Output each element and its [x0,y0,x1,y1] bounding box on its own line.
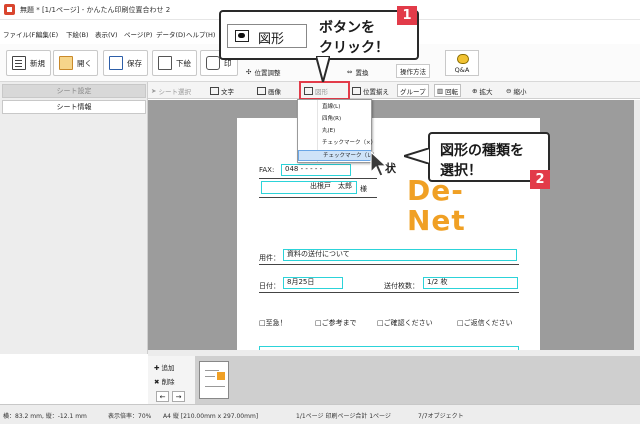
date-label: 日付： [259,282,280,290]
printer-icon [206,56,220,70]
document-canvas[interactable]: 状 FAX: 048 - - - - - 出根戸 太郎 様 De- Net 用件… [148,100,634,350]
status-bar: 横：83.2 mm, 縦：-12.1 mm 表示倍率：70% A4 縦 [210… [0,404,640,424]
checkbox-confirm[interactable]: □ご確認ください [377,318,433,328]
menu-file[interactable]: ファイル(F) [3,29,38,39]
next-page-button[interactable]: → [172,391,185,402]
callout-2-line1: 図形の種類を [440,143,524,159]
save-button[interactable]: 保存 [103,50,148,76]
pointer-icon: ➤ [151,86,157,95]
menu-item-rectangle[interactable]: 四角(R) [298,114,371,125]
subject-field[interactable]: 資料の送付について [283,249,517,261]
shape-type-menu: 直線(L) 四角(R) 丸(E) チェックマーク（×） チェックマーク（レ） [297,99,378,163]
checkbox-urgent[interactable]: □至急！ [259,318,287,328]
qa-button[interactable]: Q&A [445,50,479,76]
rotate-icon: ▥ [437,86,444,95]
recipient-underline [259,197,377,198]
fax-field[interactable]: 048 - - - - - [281,164,351,176]
zoom-out-icon: ⊖ [506,86,512,95]
page-toolbar: ➤ シート選択 文字 画像 図形 位置揃え グループ ▥ 回転 ⊕ 拡大 ⊖ 縮小 [148,82,640,99]
select-sheet-button[interactable]: ➤ シート選択 [149,84,193,97]
image-tool-button[interactable]: 画像 [255,84,283,97]
callout-2-pointer [404,148,430,164]
rotate-button[interactable]: ▥ 回転 [434,84,462,97]
menu-item-check-mark[interactable]: チェックマーク（レ） [298,150,378,161]
new-document-icon [12,56,26,70]
save-icon [109,56,123,70]
zoom-in-button[interactable]: ⊕ 拡大 [470,84,494,97]
group-button[interactable]: グループ [397,84,429,97]
replace-icon: ⇔ [347,68,353,76]
delete-page-button[interactable]: ✖ 削除 [154,376,175,386]
text-tool-button[interactable]: 文字 [208,84,236,97]
date-underline [259,292,519,293]
fax-underline [259,178,377,179]
subject-underline [259,264,519,265]
menu-item-check-x[interactable]: チェックマーク（×） [298,138,376,149]
callout-1-pointer [316,56,330,82]
tab-sheet-info[interactable]: シート情報 [2,100,146,114]
subject-label: 用件： [259,254,280,262]
checkbox-reference[interactable]: □ご参考まで [315,318,357,328]
recipient-field[interactable]: 出根戸 太郎 [261,181,357,194]
pages-label: 送付枚数： [384,282,419,290]
image-icon [257,86,266,95]
align-icon [352,86,361,95]
underlay-button[interactable]: 下絵 [152,50,197,76]
page-thumbnail[interactable] [199,361,229,399]
menu-underlay[interactable]: 下絵(B) [66,29,89,39]
callout-shape-button: 図形 [227,24,307,48]
status-paper-size: A4 縦 [210.00mm x 297.00mm] [163,413,259,420]
menu-view[interactable]: 表示(V) [95,29,118,39]
callout-click-shape: 図形 ボタンを クリック！ [219,10,419,60]
sidebar: シート設定 シート情報 [0,82,148,354]
replace-button[interactable]: ⇔ 置換 [344,65,371,79]
prev-page-button[interactable]: ← [156,391,169,402]
status-object-count: 7/7オブジェクト [418,413,464,420]
underlay-icon [158,56,172,70]
zoom-out-button[interactable]: ⊖ 縮小 [504,84,528,97]
tab-sheet-settings[interactable]: シート設定 [2,84,146,98]
open-folder-icon [59,56,73,70]
checkbox-reply[interactable]: □ご返信ください [457,318,513,328]
pages-field[interactable]: 1/2 枚 [423,277,518,289]
date-field[interactable]: 8月25日 [283,277,343,289]
crosshair-icon: ✣ [246,68,252,76]
menu-help[interactable]: ヘルプ(H) [186,29,215,39]
open-button[interactable]: 開く [53,50,98,76]
menu-item-circle[interactable]: 丸(E) [298,126,371,137]
company-logo-line2: Net [407,204,466,237]
align-button[interactable]: 位置揃え [350,84,391,97]
operation-guide-button[interactable]: 操作方法 [396,64,430,78]
step-2-badge: 2 [530,170,550,189]
qa-icon [457,54,469,64]
status-coordinates: 横：83.2 mm, 縦：-12.1 mm [3,413,87,420]
menu-data[interactable]: データ(D) [156,29,186,39]
callout-shape-icon [235,30,249,42]
honorific-label: 様 [360,185,367,193]
shape-button-highlight [299,81,350,100]
step-1-badge: 1 [397,6,417,25]
new-button[interactable]: 新規 [6,50,51,76]
mouse-cursor-icon [370,151,388,177]
zoom-in-icon: ⊕ [472,86,478,95]
menu-page[interactable]: ページ(P) [124,29,152,39]
callout-1-line1: ボタンを [319,20,375,36]
window-title: 無題 * [1/1ページ] - かんたん印刷位置合わせ 2 [20,6,171,14]
callout-1-line2: クリック！ [319,40,389,56]
callout-2-line2: 選択！ [440,163,482,179]
position-adjust-button[interactable]: ✣ 位置調整 [243,65,283,79]
add-page-button[interactable]: ✚ 追加 [154,362,175,372]
app-icon [4,4,15,15]
status-page-count: 1/1ページ 印刷ページ合計 1ページ [296,413,391,420]
menu-edit[interactable]: 編集(E) [36,29,58,39]
menu-item-line[interactable]: 直線(L) [298,102,371,113]
vertical-scrollbar[interactable] [634,100,640,350]
fax-label: FAX: [259,166,275,174]
text-tool-icon [210,86,219,95]
status-zoom: 表示倍率：70% [108,413,152,420]
